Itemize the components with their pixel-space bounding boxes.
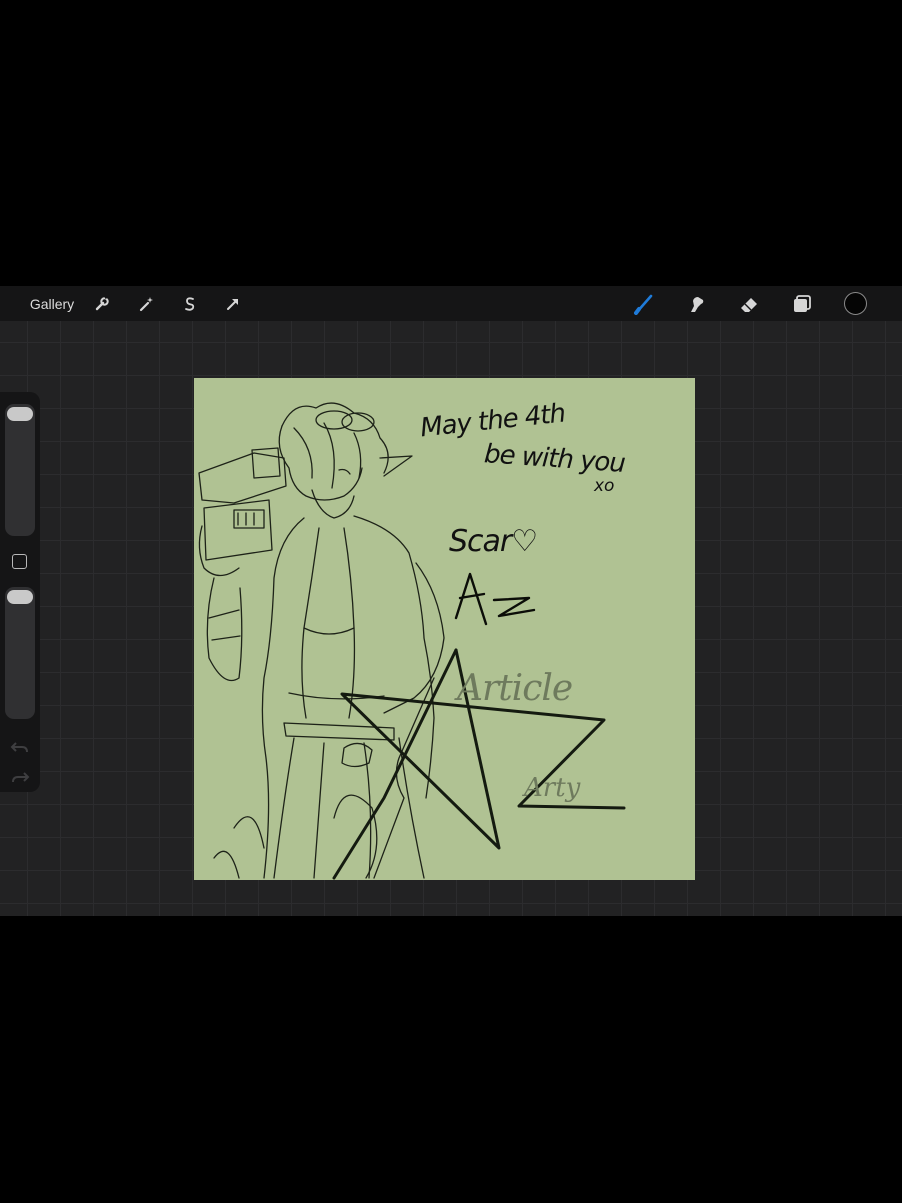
gallery-button[interactable]: Gallery xyxy=(22,290,82,317)
brush-icon xyxy=(634,294,653,315)
wrench-icon xyxy=(95,295,109,310)
undo-arrow-icon xyxy=(10,742,28,753)
arrow-cursor-icon xyxy=(227,298,238,310)
color-picker-button[interactable] xyxy=(842,290,868,317)
modify-button[interactable] xyxy=(12,554,27,569)
undo-button[interactable] xyxy=(9,737,31,757)
opacity-slider[interactable] xyxy=(5,587,35,719)
note-xo: xo xyxy=(594,476,615,496)
layers-button[interactable] xyxy=(789,290,815,317)
transform-button[interactable] xyxy=(220,290,246,317)
brush-tool-button[interactable] xyxy=(631,290,657,317)
watermark-line-2: Arty xyxy=(524,773,581,803)
selection-button[interactable] xyxy=(177,290,203,317)
brush-size-slider[interactable] xyxy=(5,404,35,536)
artist-name: Scar♡ xyxy=(449,524,538,559)
opacity-thumb[interactable] xyxy=(7,590,33,604)
smudge-finger-icon xyxy=(691,296,704,312)
actions-button[interactable] xyxy=(89,290,115,317)
eraser-tool-button[interactable] xyxy=(736,290,762,317)
adjustments-button[interactable] xyxy=(133,290,159,317)
eraser-icon xyxy=(741,297,757,312)
left-sidebar xyxy=(0,392,40,792)
top-toolbar: Gallery xyxy=(0,286,902,321)
brush-size-thumb[interactable] xyxy=(7,407,33,421)
watermark-line-1: Article xyxy=(457,668,573,709)
selection-s-icon xyxy=(185,296,195,311)
smudge-tool-button[interactable] xyxy=(684,290,710,317)
redo-arrow-icon xyxy=(12,772,30,783)
drawing-canvas[interactable]: May the 4th be with you xo Scar♡ Article… xyxy=(194,378,695,880)
redo-button[interactable] xyxy=(9,767,31,787)
procreate-app: Gallery May the 4th be with you xo Scar♡… xyxy=(0,286,902,916)
magic-wand-icon xyxy=(139,296,153,311)
layers-icon xyxy=(794,294,811,312)
current-color-swatch xyxy=(843,292,867,315)
